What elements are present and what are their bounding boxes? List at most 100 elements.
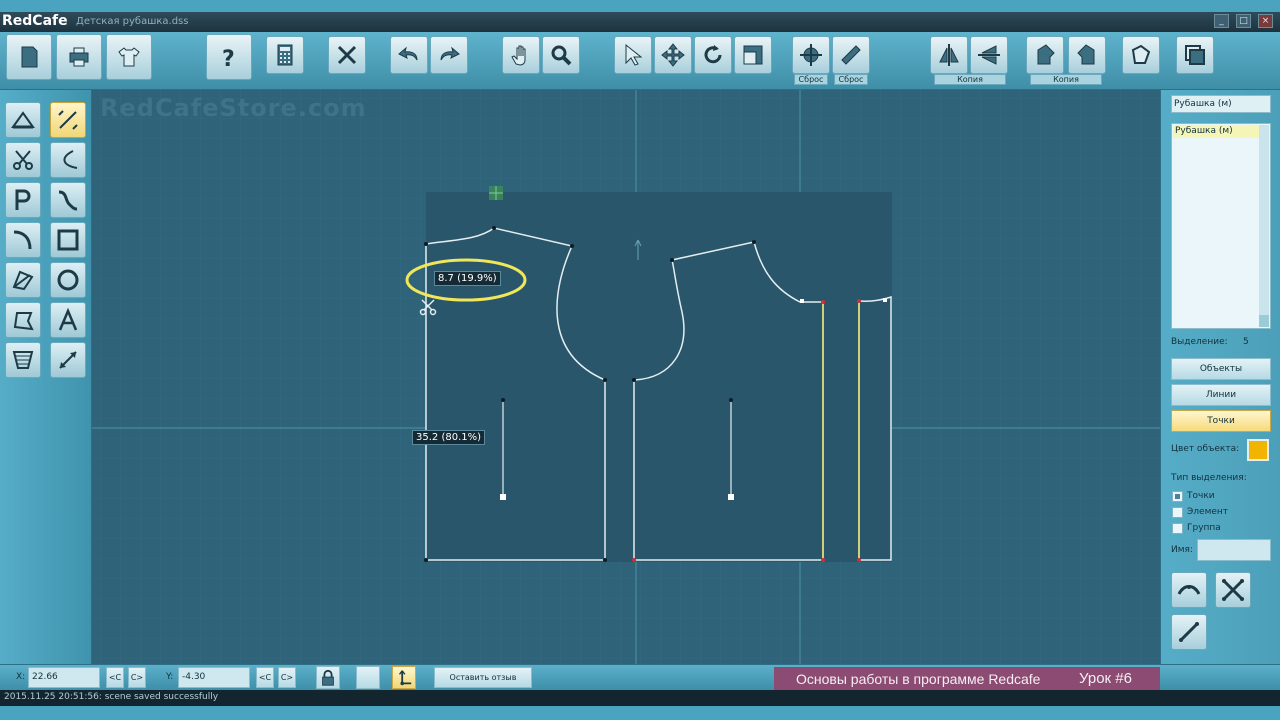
x-label: X:	[16, 672, 26, 682]
intersect-icon	[1222, 579, 1244, 601]
lesson-number: Урок #6	[1079, 670, 1132, 687]
point-tool[interactable]	[5, 182, 41, 218]
printer-icon	[69, 47, 89, 67]
measure-label-side: 35.2 (80.1%)	[412, 430, 486, 445]
axis-snap-icon	[398, 669, 412, 685]
garment-button[interactable]	[106, 34, 152, 80]
pan-button[interactable]	[502, 36, 540, 74]
zoom-button[interactable]	[542, 36, 580, 74]
rectangle-tool[interactable]	[50, 222, 86, 258]
points-checkbox[interactable]	[1172, 491, 1183, 502]
copy-left-button[interactable]	[1026, 36, 1064, 74]
rotate-button[interactable]	[694, 36, 732, 74]
scale-icon	[743, 45, 763, 65]
selection-count: 5	[1243, 337, 1249, 347]
lesson-banner: Основы работы в программе Redcafe Урок #…	[774, 667, 1160, 691]
delete-button[interactable]	[328, 36, 366, 74]
x-prev-button[interactable]: <C	[106, 667, 124, 688]
name-input[interactable]	[1197, 539, 1271, 561]
object-color-swatch[interactable]	[1247, 439, 1269, 461]
scissors-icon	[13, 150, 33, 170]
print-button[interactable]	[56, 34, 102, 80]
document-name: Детская рубашка.dss	[76, 16, 189, 27]
polygon-tool[interactable]	[5, 302, 41, 338]
close-window-button[interactable]: ×	[1258, 14, 1273, 28]
cut-tool[interactable]	[5, 142, 41, 178]
redo-icon	[440, 46, 460, 61]
mirror-horizontal-icon	[978, 45, 1000, 65]
reset-label-1: Сброс	[794, 74, 828, 85]
blank-toggle-button[interactable]	[356, 666, 380, 689]
letter-a-icon	[58, 307, 78, 331]
copy-shape-left-icon	[1037, 44, 1055, 65]
undo-button[interactable]	[390, 36, 428, 74]
svg-text:?: ?	[222, 47, 235, 70]
measure-tool[interactable]	[50, 342, 86, 378]
object-list-scrollbar[interactable]	[1259, 125, 1269, 327]
ruler-reset-button[interactable]	[832, 36, 870, 74]
curve-tool[interactable]	[50, 142, 86, 178]
y-next-button[interactable]: C>	[278, 667, 296, 688]
merge-points-button[interactable]	[1171, 572, 1207, 608]
pattern-drawing	[92, 90, 1160, 664]
points-button[interactable]: Точки	[1171, 410, 1271, 432]
layers-button[interactable]	[1176, 36, 1214, 74]
copy-label-2: Копия	[1030, 74, 1102, 85]
intersect-button[interactable]	[1215, 572, 1251, 608]
element-option-label: Элемент	[1187, 507, 1229, 517]
scrollbar-thumb[interactable]	[1259, 315, 1269, 327]
circle-tool[interactable]	[50, 262, 86, 298]
calculator-button[interactable]	[266, 36, 304, 74]
x-next-button[interactable]: C>	[128, 667, 146, 688]
group-checkbox[interactable]	[1172, 523, 1183, 534]
fold-tool[interactable]	[5, 342, 41, 378]
object-title-field[interactable]: Рубашка (м)	[1171, 95, 1271, 113]
new-file-button[interactable]	[6, 34, 52, 80]
maximize-button[interactable]: □	[1236, 14, 1251, 28]
x-coordinate-input[interactable]: 22.66	[28, 667, 100, 688]
crosshair-icon	[800, 44, 822, 66]
dart-tool[interactable]	[5, 262, 41, 298]
move-arrows-icon	[661, 43, 685, 67]
help-button[interactable]: ?	[206, 34, 252, 80]
y-prev-button[interactable]: <C	[256, 667, 274, 688]
question-icon: ?	[222, 47, 235, 70]
minimize-button[interactable]: _	[1214, 14, 1229, 28]
redo-button[interactable]	[430, 36, 468, 74]
properties-panel: Рубашка (м) Рубашка (м) Выделение: 5 Объ…	[1160, 90, 1280, 664]
join-icon	[1177, 585, 1201, 595]
element-checkbox[interactable]	[1172, 507, 1183, 518]
curve-icon	[63, 150, 78, 169]
drawing-canvas[interactable]: RedCafeStore.com 8.7 (19.9%) 35.2 (80.1%…	[92, 90, 1160, 664]
scale-button[interactable]	[734, 36, 772, 74]
copy-right-button[interactable]	[1068, 36, 1106, 74]
lock-button[interactable]	[316, 666, 340, 689]
dart-icon	[12, 270, 34, 291]
spline-tool[interactable]	[50, 182, 86, 218]
line-tool[interactable]	[50, 102, 86, 138]
leave-feedback-button[interactable]: Оставить отзыв	[434, 667, 532, 688]
select-button[interactable]	[614, 36, 652, 74]
snap-toggle-button[interactable]	[392, 666, 416, 689]
snap-reset-button[interactable]	[792, 36, 830, 74]
triangle-tool[interactable]	[5, 102, 41, 138]
fold-icon	[12, 351, 34, 369]
lines-button[interactable]: Линии	[1171, 384, 1271, 406]
arc-tool[interactable]	[5, 222, 41, 258]
points-option-label: Точки	[1187, 491, 1215, 501]
mirror-vertical-button[interactable]	[930, 36, 968, 74]
app-name: RedCafe	[2, 13, 68, 29]
lock-icon	[322, 669, 334, 686]
segment-button[interactable]	[1171, 614, 1207, 650]
rotate-icon	[704, 45, 722, 64]
move-button[interactable]	[654, 36, 692, 74]
objects-button[interactable]: Объекты	[1171, 358, 1271, 380]
lesson-title: Основы работы в программе Redcafe	[796, 671, 1041, 687]
text-tool[interactable]	[50, 302, 86, 338]
object-list[interactable]: Рубашка (м)	[1171, 123, 1271, 329]
y-coordinate-input[interactable]: -4.30	[178, 667, 250, 688]
shape-button[interactable]	[1122, 36, 1160, 74]
object-list-item[interactable]: Рубашка (м)	[1173, 125, 1259, 138]
mirror-horizontal-button[interactable]	[970, 36, 1008, 74]
calculator-icon	[277, 44, 293, 66]
